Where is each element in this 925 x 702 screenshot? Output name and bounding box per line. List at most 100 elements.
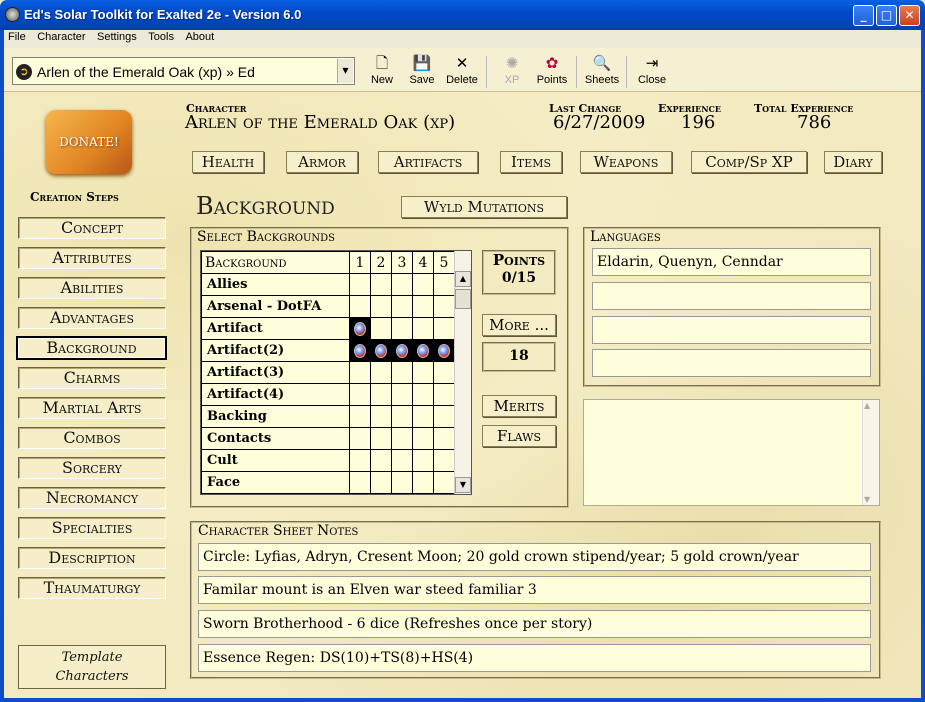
step-background[interactable]: Background	[16, 336, 167, 360]
background-dot-cell[interactable]	[349, 273, 371, 296]
background-dot-cell[interactable]	[349, 449, 371, 472]
background-dot-cell[interactable]	[412, 405, 434, 428]
background-name[interactable]: Arsenal - DotFA	[201, 295, 350, 318]
background-dot-cell[interactable]	[349, 471, 371, 494]
character-select[interactable]: ➲ Arlen of the Emerald Oak (xp) » Ed ▼	[12, 57, 355, 85]
xp-button[interactable]: ✺ XP	[490, 54, 534, 90]
background-name[interactable]: Cult	[201, 449, 350, 472]
language-field[interactable]	[592, 282, 871, 310]
close-window-button[interactable]: ✕	[899, 5, 920, 26]
step-specialties[interactable]: Specialties	[18, 517, 166, 539]
background-dot-cell[interactable]	[412, 449, 434, 472]
flaws-button[interactable]: Flaws	[482, 425, 556, 447]
delete-button[interactable]: ✕ Delete	[440, 54, 484, 90]
background-dot-cell[interactable]	[433, 405, 455, 428]
more-button[interactable]: More ...	[482, 314, 556, 336]
background-dot-cell[interactable]	[391, 317, 413, 340]
note-field[interactable]: Circle: Lyfias, Adryn, Cresent Moon; 20 …	[198, 543, 871, 571]
background-dot-cell[interactable]	[370, 273, 392, 296]
background-name[interactable]: Artifact	[201, 317, 350, 340]
background-dot-cell[interactable]	[412, 383, 434, 406]
tab-health[interactable]: Health	[192, 151, 264, 173]
background-name[interactable]: Artifact(2)	[201, 339, 350, 362]
background-dot-cell[interactable]	[349, 427, 371, 450]
language-field[interactable]: Eldarin, Quenyn, Cenndar	[592, 248, 871, 276]
new-button[interactable]: 🗋 New	[360, 54, 404, 90]
background-dot-cell[interactable]	[349, 383, 371, 406]
tab-weapons[interactable]: Weapons	[580, 151, 672, 173]
background-dot-cell[interactable]	[349, 405, 371, 428]
step-attributes[interactable]: Attributes	[18, 247, 166, 269]
step-necromancy[interactable]: Necromancy	[18, 487, 166, 509]
background-dot-cell[interactable]	[391, 427, 413, 450]
chevron-down-icon[interactable]: ▼	[337, 59, 353, 83]
menu-character[interactable]: Character	[33, 30, 89, 43]
background-dot-cell[interactable]	[370, 317, 392, 340]
background-name[interactable]: Allies	[201, 273, 350, 296]
step-charms[interactable]: Charms	[18, 367, 166, 389]
close-button[interactable]: ⇥ Close	[630, 54, 674, 90]
background-name[interactable]: Artifact(4)	[201, 383, 350, 406]
save-button[interactable]: 💾 Save	[400, 54, 444, 90]
menu-settings[interactable]: Settings	[93, 30, 141, 43]
textarea-scrollbar[interactable]: ▲ ▼	[862, 400, 879, 505]
background-dot-cell[interactable]	[391, 295, 413, 318]
background-dot-cell[interactable]	[349, 317, 371, 340]
note-field[interactable]: Sworn Brotherhood - 6 dice (Refreshes on…	[198, 610, 871, 638]
background-dot-cell[interactable]	[433, 471, 455, 494]
background-dot-cell[interactable]	[412, 295, 434, 318]
merits-button[interactable]: Merits	[482, 395, 556, 417]
step-thaumaturgy[interactable]: Thaumaturgy	[18, 577, 166, 599]
scroll-thumb[interactable]	[455, 289, 471, 309]
background-dot-cell[interactable]	[412, 427, 434, 450]
background-name[interactable]: Backing	[201, 405, 350, 428]
tab-comp-sp-xp[interactable]: Comp/Sp XP	[691, 151, 807, 173]
sheets-button[interactable]: 🔍 Sheets	[580, 54, 624, 90]
background-dot-cell[interactable]	[391, 361, 413, 384]
background-dot-cell[interactable]	[412, 339, 434, 362]
step-combos[interactable]: Combos	[18, 427, 166, 449]
background-dot-cell[interactable]	[391, 273, 413, 296]
backgrounds-scrollbar[interactable]: ▲ ▼	[454, 251, 471, 494]
background-dot-cell[interactable]	[391, 339, 413, 362]
tab-artifacts[interactable]: Artifacts	[378, 151, 478, 173]
scroll-up-icon[interactable]: ▲	[455, 271, 471, 287]
wyld-mutations-button[interactable]: Wyld Mutations	[401, 196, 567, 218]
background-dot-cell[interactable]	[370, 427, 392, 450]
note-field[interactable]: Essence Regen: DS(10)+TS(8)+HS(4)	[198, 644, 871, 672]
tab-diary[interactable]: Diary	[824, 151, 882, 173]
step-advantages[interactable]: Advantages	[18, 307, 166, 329]
background-dot-cell[interactable]	[433, 295, 455, 318]
tab-armor[interactable]: Armor	[286, 151, 358, 173]
background-dot-cell[interactable]	[370, 449, 392, 472]
background-dot-cell[interactable]	[370, 295, 392, 318]
background-dot-cell[interactable]	[412, 361, 434, 384]
merits-flaws-textarea[interactable]: ▲ ▼	[583, 399, 880, 506]
points-button[interactable]: ✿ Points	[530, 54, 574, 90]
background-dot-cell[interactable]	[433, 317, 455, 340]
background-dot-cell[interactable]	[370, 339, 392, 362]
background-dot-cell[interactable]	[370, 361, 392, 384]
step-abilities[interactable]: Abilities	[18, 277, 166, 299]
background-dot-cell[interactable]	[391, 383, 413, 406]
menu-file[interactable]: File	[4, 30, 30, 43]
step-martial-arts[interactable]: Martial Arts	[18, 397, 166, 419]
scroll-down-icon[interactable]: ▼	[864, 495, 870, 504]
language-field[interactable]	[592, 316, 871, 344]
background-dot-cell[interactable]	[433, 339, 455, 362]
minimize-button[interactable]: _	[853, 5, 874, 26]
menu-tools[interactable]: Tools	[144, 30, 178, 43]
background-dot-cell[interactable]	[433, 361, 455, 384]
scroll-down-icon[interactable]: ▼	[455, 477, 471, 493]
background-dot-cell[interactable]	[391, 405, 413, 428]
background-dot-cell[interactable]	[433, 449, 455, 472]
background-name[interactable]: Face	[201, 471, 350, 494]
background-dot-cell[interactable]	[370, 383, 392, 406]
background-dot-cell[interactable]	[349, 295, 371, 318]
background-dot-cell[interactable]	[412, 273, 434, 296]
background-dot-cell[interactable]	[349, 361, 371, 384]
step-concept[interactable]: Concept	[18, 217, 166, 239]
background-dot-cell[interactable]	[433, 427, 455, 450]
background-dot-cell[interactable]	[370, 405, 392, 428]
menu-about[interactable]: About	[181, 30, 218, 43]
